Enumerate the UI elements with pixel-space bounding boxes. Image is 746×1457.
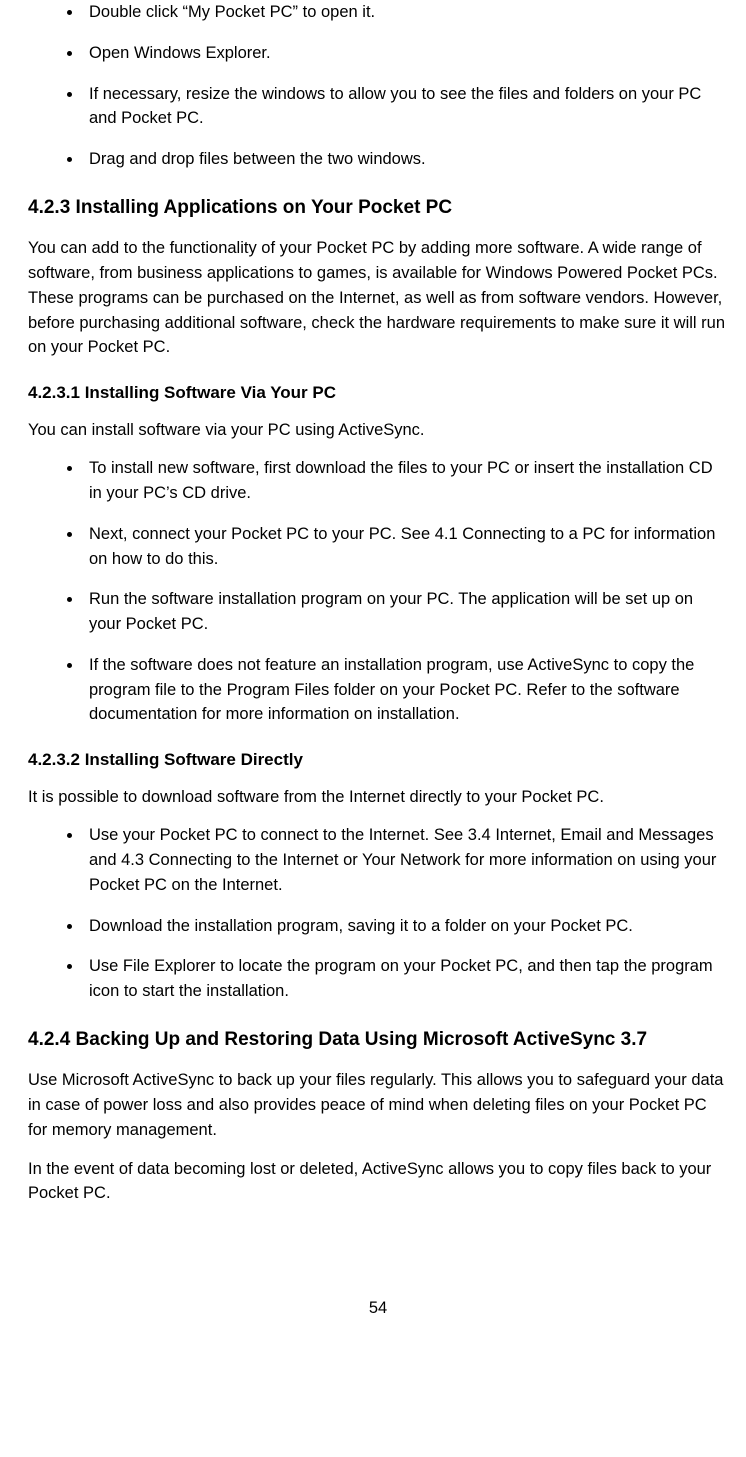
section-paragraph: You can install software via your PC usi… bbox=[28, 418, 728, 443]
section-paragraph: You can add to the functionality of your… bbox=[28, 236, 728, 360]
list-item: To install new software, first download … bbox=[83, 456, 728, 506]
page-number: 54 bbox=[28, 1296, 728, 1321]
list-item: Use File Explorer to locate the program … bbox=[83, 954, 728, 1004]
bullet-list-2: To install new software, first download … bbox=[28, 456, 728, 727]
section-heading-4-2-3-2: 4.2.3.2 Installing Software Directly bbox=[28, 747, 728, 773]
list-item: If the software does not feature an inst… bbox=[83, 653, 728, 727]
section-paragraph: In the event of data becoming lost or de… bbox=[28, 1157, 728, 1207]
section-paragraph: It is possible to download software from… bbox=[28, 785, 728, 810]
section-heading-4-2-3-1: 4.2.3.1 Installing Software Via Your PC bbox=[28, 380, 728, 406]
list-item: Next, connect your Pocket PC to your PC.… bbox=[83, 522, 728, 572]
section-paragraph: Use Microsoft ActiveSync to back up your… bbox=[28, 1068, 728, 1142]
section-heading-4-2-3: 4.2.3 Installing Applications on Your Po… bbox=[28, 194, 728, 223]
list-item: Use your Pocket PC to connect to the Int… bbox=[83, 823, 728, 897]
list-item: If necessary, resize the windows to allo… bbox=[83, 82, 728, 132]
bullet-list-1: Double click “My Pocket PC” to open it. … bbox=[28, 0, 728, 172]
list-item: Open Windows Explorer. bbox=[83, 41, 728, 66]
list-item: Download the installation program, savin… bbox=[83, 914, 728, 939]
list-item: Run the software installation program on… bbox=[83, 587, 728, 637]
list-item: Double click “My Pocket PC” to open it. bbox=[83, 0, 728, 25]
section-heading-4-2-4: 4.2.4 Backing Up and Restoring Data Usin… bbox=[28, 1026, 728, 1055]
bullet-list-3: Use your Pocket PC to connect to the Int… bbox=[28, 823, 728, 1004]
list-item: Drag and drop files between the two wind… bbox=[83, 147, 728, 172]
